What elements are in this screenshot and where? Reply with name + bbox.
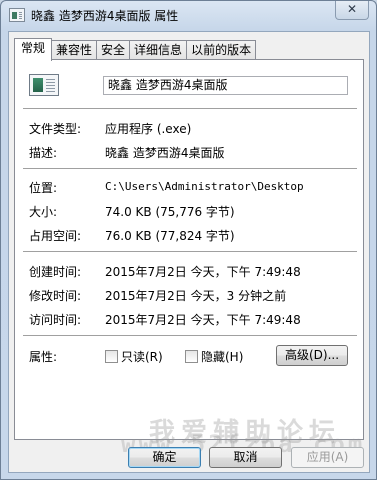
tab-strip: 常规 兼容性 安全 详细信息 以前的版本: [14, 38, 257, 61]
divider: [23, 168, 357, 169]
divider: [23, 335, 357, 336]
application-icon: [9, 8, 25, 22]
description-value: 晓鑫 造梦西游4桌面版: [105, 146, 225, 160]
divider: [23, 108, 357, 109]
attributes-label: 属性:: [29, 350, 58, 364]
dialog-client-area: 常规 兼容性 安全 详细信息 以前的版本 晓鑫 造梦西游4桌面版 文件类型: 应…: [8, 31, 370, 473]
tab-details[interactable]: 详细信息: [129, 40, 188, 60]
divider: [23, 251, 357, 252]
location-label: 位置:: [29, 181, 58, 195]
size-value: 74.0 KB (75,776 字节): [105, 205, 235, 219]
file-type-value: 应用程序 (.exe): [105, 122, 192, 136]
created-label: 创建时间:: [29, 265, 82, 279]
properties-window: 晓鑫 造梦西游4桌面版 属性 ✕ 常规 兼容性 安全 详细信息 以前的版本 晓鑫…: [0, 0, 377, 480]
created-value: 2015年7月2日 今天，下午 7:49:48: [105, 265, 301, 279]
readonly-label: 只读(R): [121, 350, 163, 364]
tab-security[interactable]: 安全: [96, 40, 131, 60]
application-icon: [29, 74, 59, 96]
close-button[interactable]: ✕: [335, 1, 369, 20]
description-label: 描述:: [29, 146, 58, 160]
readonly-checkbox-group[interactable]: 只读(R): [105, 348, 163, 365]
modified-value: 2015年7月2日 今天，3 分钟之前: [105, 289, 287, 303]
location-value: C:\Users\Administrator\Desktop: [105, 180, 304, 193]
size-label: 大小:: [29, 205, 58, 219]
tab-previous-versions[interactable]: 以前的版本: [186, 40, 257, 60]
file-name-input[interactable]: 晓鑫 造梦西游4桌面版: [103, 76, 348, 95]
accessed-value: 2015年7月2日 今天，下午 7:49:48: [105, 313, 301, 327]
readonly-checkbox[interactable]: [105, 350, 118, 363]
tab-compatibility[interactable]: 兼容性: [51, 40, 98, 60]
window-title: 晓鑫 造梦西游4桌面版 属性: [31, 9, 179, 23]
modified-label: 修改时间:: [29, 289, 82, 303]
hidden-checkbox-group[interactable]: 隐藏(H): [185, 348, 243, 365]
accessed-label: 访问时间:: [29, 313, 82, 327]
title-bar[interactable]: 晓鑫 造梦西游4桌面版 属性 ✕: [1, 1, 376, 31]
file-type-label: 文件类型:: [29, 122, 82, 136]
tab-general[interactable]: 常规: [14, 38, 53, 61]
size-on-disk-label: 占用空间:: [29, 229, 82, 243]
cancel-button[interactable]: 取消: [209, 447, 282, 468]
hidden-checkbox[interactable]: [185, 350, 198, 363]
general-panel: 晓鑫 造梦西游4桌面版 文件类型: 应用程序 (.exe) 描述: 晓鑫 造梦西…: [14, 59, 364, 448]
apply-button[interactable]: 应用(A): [291, 447, 364, 468]
ok-button[interactable]: 确定: [128, 447, 201, 468]
advanced-button[interactable]: 高级(D)...: [276, 345, 348, 366]
hidden-label: 隐藏(H): [201, 350, 244, 364]
size-on-disk-value: 76.0 KB (77,824 字节): [105, 229, 235, 243]
watermark-text: 我爱辅助论坛: [148, 418, 341, 448]
